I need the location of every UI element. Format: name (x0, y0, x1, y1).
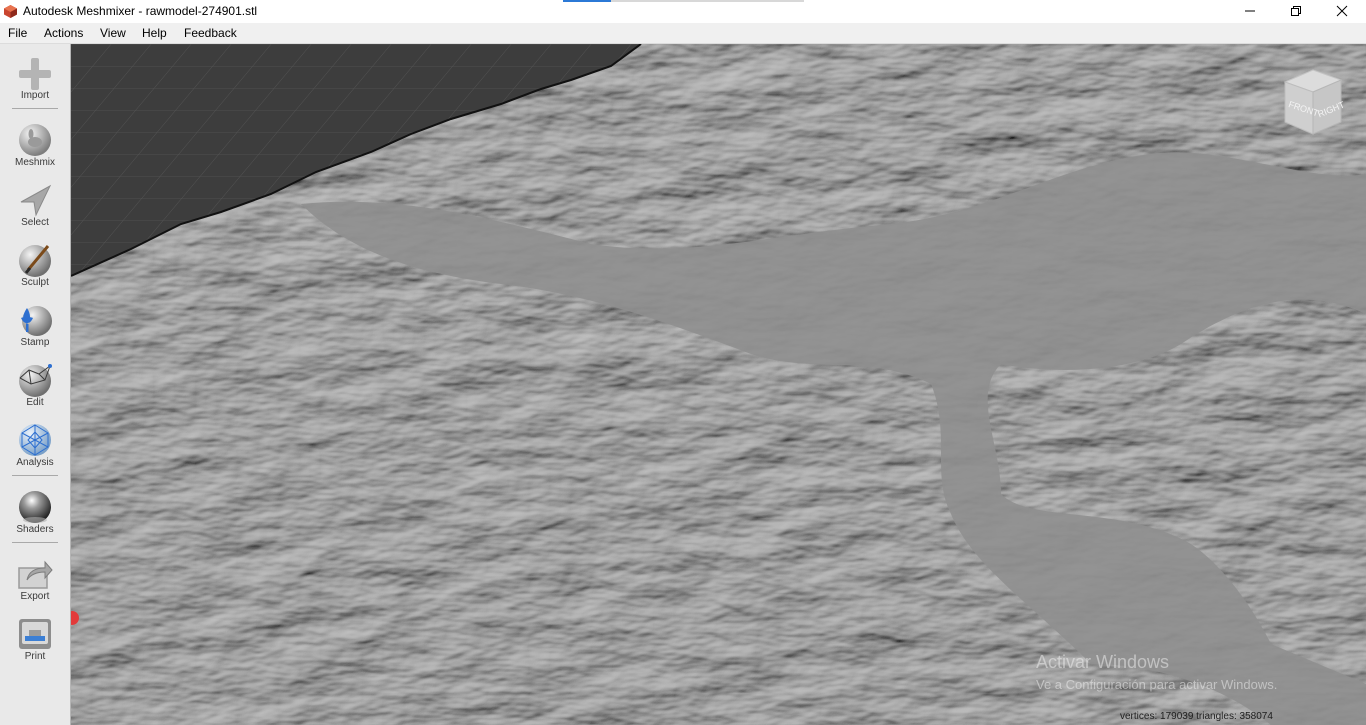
close-button[interactable] (1319, 0, 1365, 22)
tool-label-shaders: Shaders (16, 524, 54, 535)
chrome-ball-icon (19, 491, 51, 523)
maximize-button[interactable] (1273, 0, 1319, 22)
tool-label-stamp: Stamp (20, 337, 50, 348)
tool-sidebar: Import Meshmix Select Sculpt Stamp Edit … (0, 44, 71, 725)
tool-shaders[interactable]: Shaders (0, 481, 70, 537)
tool-label-export: Export (20, 591, 50, 602)
menu-help[interactable]: Help (142, 26, 167, 40)
activation-watermark-subtitle: Ve a Configuración para activar Windows. (1036, 677, 1278, 692)
close-icon (1336, 5, 1348, 17)
tool-select[interactable]: Select (0, 174, 70, 230)
minimize-icon (1245, 10, 1255, 12)
tool-export[interactable]: Export (0, 548, 70, 604)
menu-file[interactable]: File (8, 26, 27, 40)
tool-import[interactable]: Import (0, 48, 70, 104)
tool-analysis[interactable]: Analysis (0, 414, 70, 470)
plus-icon (19, 58, 51, 90)
tool-label-select: Select (21, 217, 49, 228)
tool-print[interactable]: Print (0, 608, 70, 664)
tool-sculpt[interactable]: Sculpt (0, 234, 70, 290)
sidebar-divider (12, 108, 58, 109)
tool-label-print: Print (24, 651, 46, 662)
title-accent-bar (563, 0, 611, 2)
mesh-ball-icon (19, 424, 51, 456)
fleur-ball-icon (21, 306, 52, 336)
menu-feedback[interactable]: Feedback (184, 26, 237, 40)
tool-label-sculpt: Sculpt (21, 277, 49, 288)
minimize-button[interactable] (1227, 0, 1273, 22)
tool-meshmix[interactable]: Meshmix (0, 114, 70, 170)
arrow-cursor-icon (20, 184, 52, 217)
tool-label-edit: Edit (26, 397, 44, 408)
restore-icon (1291, 6, 1301, 16)
tool-edit[interactable]: Edit (0, 354, 70, 410)
activation-watermark-title: Activar Windows (1036, 652, 1170, 672)
menu-view[interactable]: View (100, 26, 126, 40)
mesh-stats: vertices: 179039 triangles: 358074 (1120, 711, 1273, 722)
brush-ball-icon (19, 245, 51, 277)
menu-actions[interactable]: Actions (44, 26, 83, 40)
title-bar: Autodesk Meshmixer - rawmodel-274901.stl (0, 0, 1366, 23)
meshmixer-logo-icon (4, 5, 17, 18)
viewcube[interactable]: FRONT RIGHT (1273, 64, 1353, 144)
3d-viewport[interactable]: FRONT RIGHT Activar Windows Ve a Configu… (71, 44, 1366, 725)
sidebar-divider (12, 475, 58, 476)
window-title: Autodesk Meshmixer - rawmodel-274901.stl (23, 4, 258, 18)
printer-icon (19, 619, 51, 649)
wireframe-ball-icon (19, 364, 52, 397)
bunny-ball-icon (19, 124, 51, 156)
menu-bar: File Actions View Help Feedback (0, 23, 1366, 44)
tool-label-import: Import (20, 90, 50, 101)
title-accent-bar-secondary (611, 0, 804, 2)
tool-label-meshmix: Meshmix (14, 157, 55, 168)
export-box-icon (18, 560, 53, 589)
terrain-scene (71, 44, 1366, 725)
tool-label-analysis: Analysis (16, 457, 54, 468)
sidebar-divider (12, 542, 58, 543)
tool-stamp[interactable]: Stamp (0, 294, 70, 350)
